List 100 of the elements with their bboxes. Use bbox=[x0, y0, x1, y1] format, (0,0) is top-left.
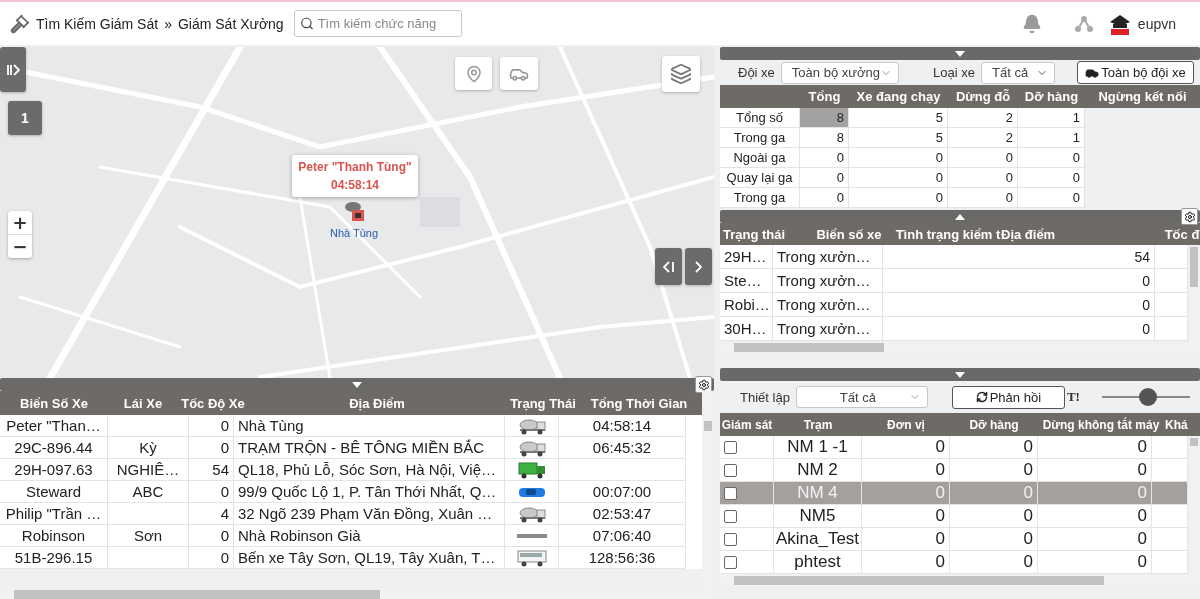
sidebar-toggle-button[interactable] bbox=[0, 47, 26, 92]
column-header[interactable]: Khá bbox=[1164, 413, 1200, 436]
breadcrumb-separator: » bbox=[164, 15, 172, 32]
column-header[interactable]: Biển Số Xe bbox=[0, 391, 108, 415]
row-label: Quay lại ga bbox=[720, 168, 800, 188]
column-header[interactable]: Tổng bbox=[800, 85, 849, 108]
table-cell: Bến xe Tây Sơn, QL19, Tây Xuân, T… bbox=[234, 547, 505, 569]
notification-bell-icon[interactable] bbox=[1021, 13, 1042, 34]
expand-icon bbox=[6, 63, 20, 76]
count-cell[interactable]: 0 bbox=[948, 168, 1018, 188]
breadcrumb-item[interactable]: Giám Sát Xưởng bbox=[177, 15, 284, 32]
slider-thumb[interactable] bbox=[1138, 388, 1157, 406]
marker-label: Nhà Tùng bbox=[330, 227, 379, 239]
count-cell[interactable]: 2 bbox=[948, 108, 1018, 128]
column-header[interactable]: Dỡ hàng bbox=[1018, 85, 1085, 108]
chevron-right-icon bbox=[694, 260, 703, 273]
mixer-truck-icon bbox=[517, 504, 546, 523]
count-cell[interactable]: 0 bbox=[849, 168, 948, 188]
column-header[interactable]: Dỡ hàng bbox=[950, 413, 1038, 436]
size-slider[interactable] bbox=[1101, 388, 1190, 406]
checkbox[interactable] bbox=[724, 463, 737, 477]
count-cell[interactable]: 0 bbox=[1018, 188, 1085, 208]
count-cell[interactable]: 1 bbox=[1018, 108, 1085, 128]
checkbox[interactable] bbox=[724, 440, 737, 454]
column-header[interactable]: Dừng đỗ bbox=[948, 85, 1018, 108]
cluster-count-button[interactable]: 1 bbox=[8, 101, 42, 135]
count-cell[interactable]: 0 bbox=[849, 148, 948, 168]
count-cell[interactable]: 8 bbox=[800, 108, 849, 128]
search-field[interactable]: Tìm kiếm chức năng bbox=[293, 10, 462, 37]
column-header[interactable]: Lái Xe bbox=[108, 391, 178, 415]
checkbox[interactable] bbox=[724, 486, 737, 500]
layers-button[interactable] bbox=[662, 56, 700, 92]
station-row[interactable]: Akina_Test 0 0 0 bbox=[720, 528, 1188, 551]
refresh-button[interactable]: Phản hồi bbox=[951, 385, 1065, 409]
settings-button[interactable] bbox=[1181, 208, 1198, 225]
column-header[interactable]: Xe đang chạy bbox=[849, 85, 948, 108]
column-header[interactable]: Tốc Độ Xe bbox=[178, 391, 248, 415]
filter-label: Loại xe bbox=[933, 65, 975, 80]
collapse-panel-button[interactable] bbox=[655, 248, 682, 285]
type-select[interactable]: Tất cả bbox=[981, 61, 1056, 84]
station-row[interactable]: NM 1 -1 0 0 0 bbox=[720, 436, 1188, 459]
zoom-in-button[interactable]: + bbox=[8, 211, 32, 234]
column-header[interactable]: Tốc đ bbox=[1164, 223, 1200, 245]
station-row[interactable]: phtest 0 0 0 bbox=[720, 551, 1188, 574]
checkbox[interactable] bbox=[724, 555, 737, 569]
vehicle-marker-icon[interactable] bbox=[344, 200, 366, 222]
column-header[interactable]: Trạm bbox=[774, 413, 862, 436]
breadcrumb-item[interactable]: Tìm Kiếm Giám Sát bbox=[36, 15, 159, 32]
count-cell[interactable]: 0 bbox=[1018, 168, 1085, 188]
count-cell[interactable]: 0 bbox=[800, 168, 849, 188]
caret-up-icon[interactable] bbox=[955, 213, 965, 220]
vehicle-button[interactable] bbox=[500, 57, 538, 90]
column-header[interactable]: Giám sát bbox=[720, 413, 774, 436]
setting-select[interactable]: Tất cả bbox=[795, 386, 928, 408]
column-header[interactable]: Dừng không tắt máy bbox=[1038, 413, 1164, 436]
count-cell[interactable]: 0 bbox=[1018, 148, 1085, 168]
next-button[interactable] bbox=[685, 248, 712, 285]
settings-icon bbox=[1183, 210, 1196, 223]
count-cell[interactable]: 8 bbox=[800, 128, 849, 148]
station-row[interactable]: NM 2 0 0 0 bbox=[720, 459, 1188, 482]
row-label: Trong ga bbox=[720, 188, 800, 208]
column-header[interactable]: Ngừng kết nối bbox=[1085, 85, 1200, 108]
count-cell[interactable]: 5 bbox=[849, 108, 948, 128]
settings-icon bbox=[697, 378, 710, 391]
column-header[interactable]: Trạng Thái bbox=[506, 391, 580, 415]
map-pin-icon bbox=[464, 64, 483, 83]
count-cell[interactable]: 2 bbox=[948, 128, 1018, 148]
column-header[interactable]: Trạng thái bbox=[720, 223, 800, 245]
caret-down-icon[interactable] bbox=[955, 50, 965, 57]
count-cell[interactable]: 0 bbox=[948, 188, 1018, 208]
filter-label: Đội xe bbox=[738, 65, 775, 80]
search-icon bbox=[299, 15, 314, 32]
column-header[interactable]: Địa Điểm bbox=[248, 391, 506, 415]
settings-button[interactable] bbox=[695, 376, 712, 393]
collapse-bar[interactable] bbox=[720, 210, 1200, 223]
column-header[interactable]: Tổng Thời Gian bbox=[580, 391, 698, 415]
count-cell[interactable]: 0 bbox=[800, 148, 849, 168]
zoom-out-button[interactable]: − bbox=[8, 234, 32, 258]
checkbox[interactable] bbox=[724, 532, 737, 546]
column-header[interactable]: Đơn vị bbox=[862, 413, 950, 436]
station-row[interactable]: NM5 0 0 0 bbox=[720, 505, 1188, 528]
column-header[interactable]: Tình trạng kiểm t bbox=[898, 223, 998, 245]
filter-label: Thiết lập bbox=[740, 389, 790, 405]
count-cell[interactable]: 1 bbox=[1018, 128, 1085, 148]
all-fleet-button[interactable]: Toàn bộ đội xe bbox=[1077, 61, 1194, 84]
row-label: Trong ga bbox=[720, 128, 800, 148]
count-cell[interactable]: 0 bbox=[849, 188, 948, 208]
checkbox[interactable] bbox=[724, 509, 737, 523]
count-cell[interactable]: 5 bbox=[849, 128, 948, 148]
fleet-select[interactable]: Toàn bộ xưởng bbox=[780, 61, 900, 84]
caret-down-icon[interactable] bbox=[352, 381, 362, 388]
row-label: Tổng số bbox=[720, 108, 800, 128]
location-button[interactable] bbox=[455, 57, 492, 90]
caret-down-icon[interactable] bbox=[955, 371, 965, 378]
count-cell[interactable]: 0 bbox=[948, 148, 1018, 168]
user-name[interactable]: eupvn bbox=[1137, 15, 1176, 32]
row-label: Ngoài ga bbox=[720, 148, 800, 168]
popup-time: 04:58:14 bbox=[330, 178, 379, 192]
gavel-icon bbox=[10, 13, 30, 34]
count-cell[interactable]: 0 bbox=[800, 188, 849, 208]
